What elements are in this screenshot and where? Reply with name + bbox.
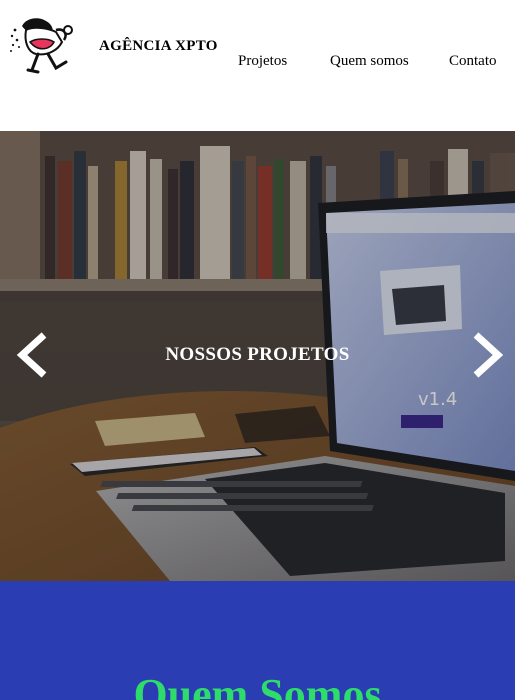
site-header: AGÊNCIA XPTO Projetos Quem somos Contato	[0, 0, 515, 131]
carousel-title: NOSSOS PROJETOS	[165, 344, 350, 365]
nav-link-projetos[interactable]: Projetos	[238, 53, 287, 70]
chevron-right-icon[interactable]	[470, 331, 506, 379]
brand-name[interactable]: AGÊNCIA XPTO	[99, 38, 218, 55]
nav-link-quem-somos[interactable]: Quem somos	[330, 53, 409, 70]
nav-link-contato[interactable]: Contato	[449, 53, 497, 70]
projects-carousel: v1.4 NOSSOS PROJETOS	[0, 131, 515, 581]
about-section: Quem Somos	[0, 581, 515, 700]
about-title: Quem Somos	[133, 670, 382, 700]
chevron-left-icon[interactable]	[14, 331, 50, 379]
mascot-logo-icon[interactable]	[8, 16, 88, 80]
